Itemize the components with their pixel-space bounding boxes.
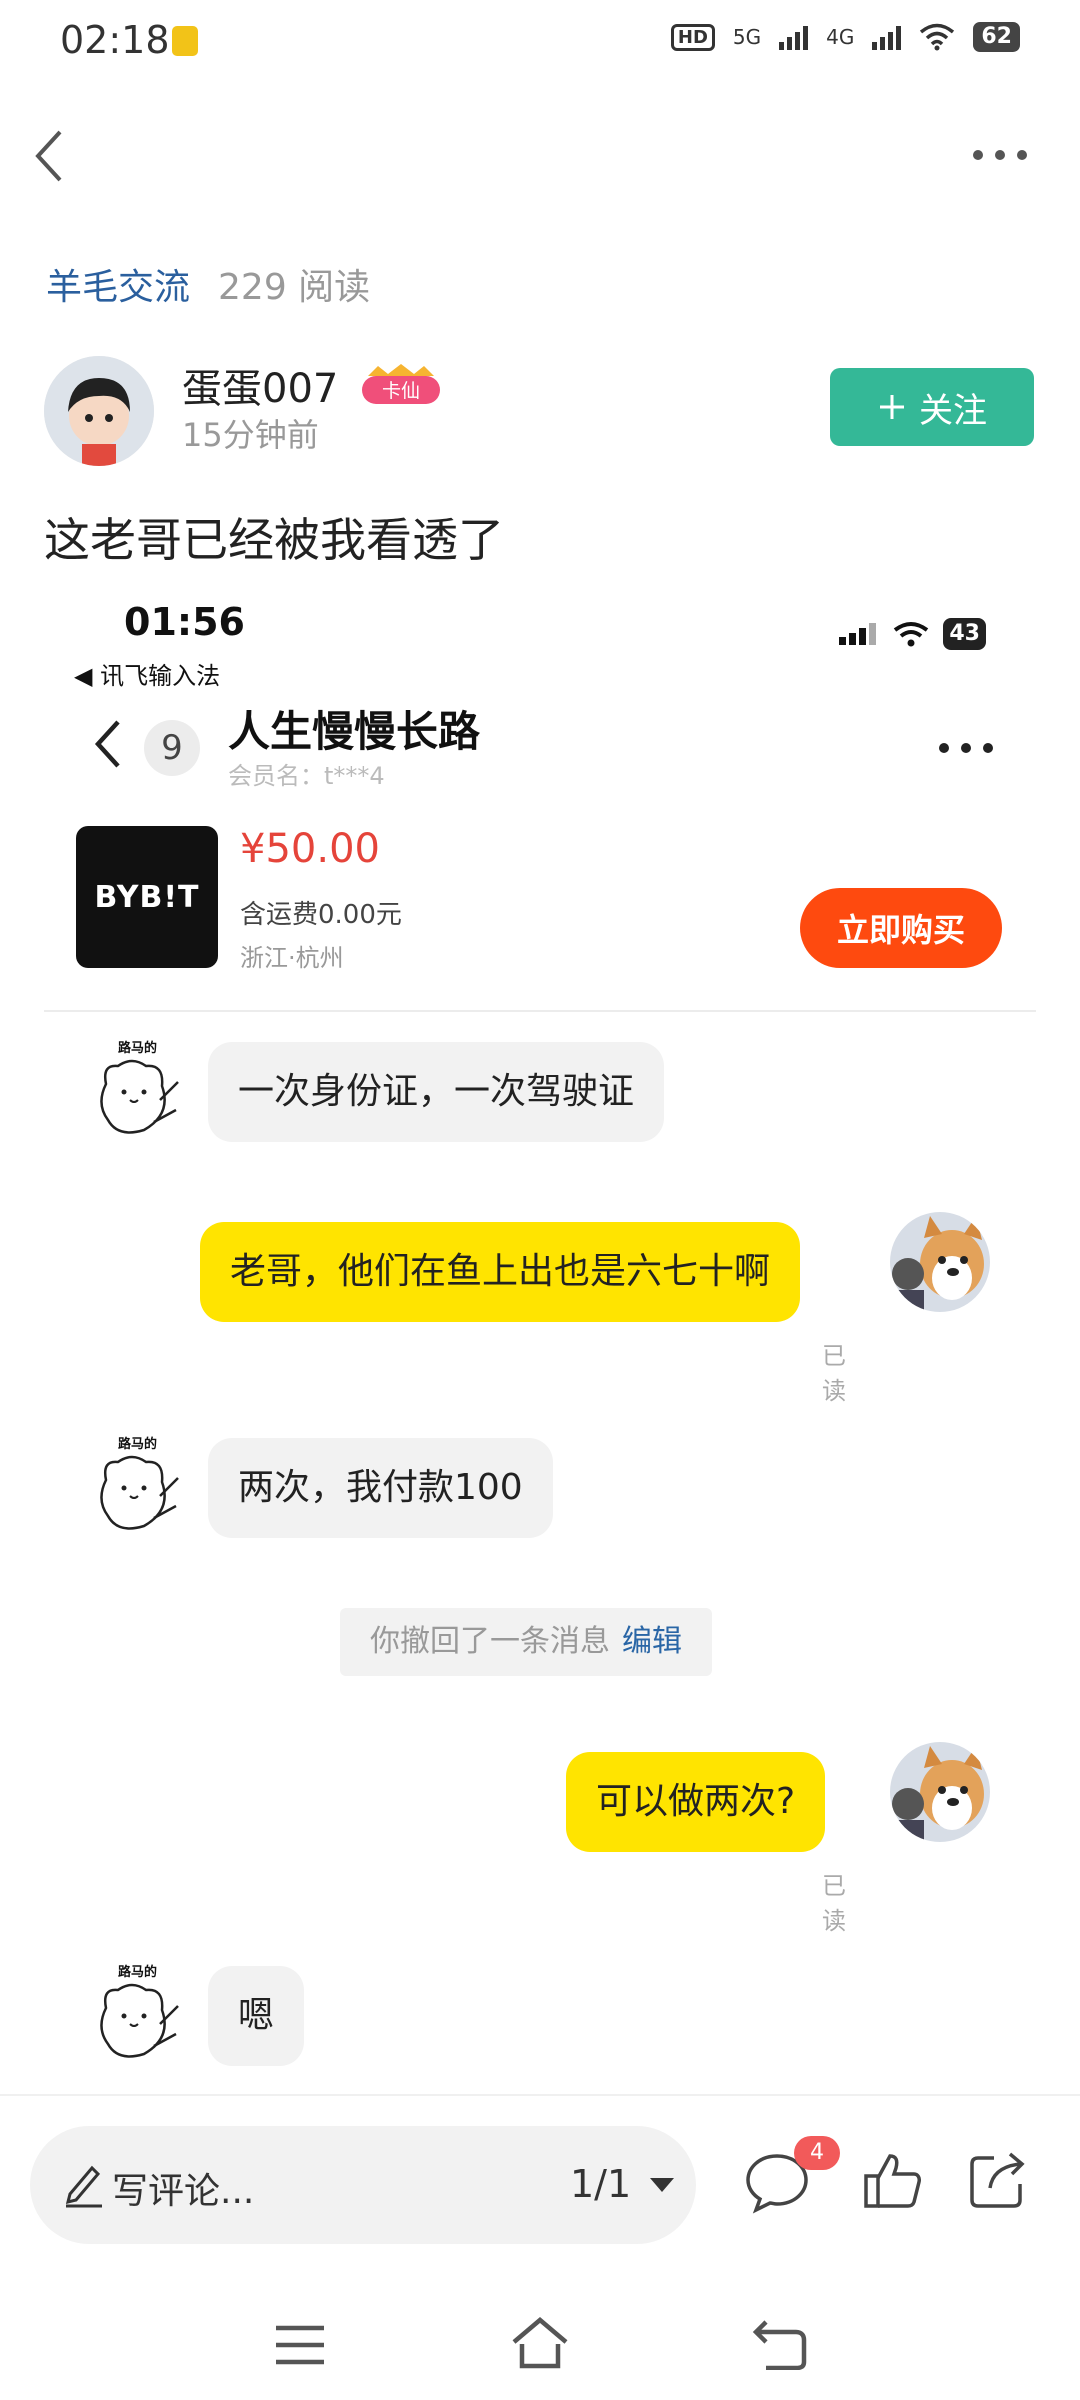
cat-avatar-text: 路马的 (118, 1436, 157, 1452)
read-status: 已读 (822, 1872, 846, 1935)
recall-edit-link: 编辑 (622, 1624, 682, 1659)
post-meta: 羊毛交流 229 阅读 (46, 258, 370, 310)
signal-icon (779, 24, 809, 50)
cat-avatar-icon: 路马的 (100, 1964, 179, 2058)
shot-chat-header: 9 人生慢慢长路 会员名：t***4 (44, 690, 1036, 800)
product-logo: BYB!T (76, 826, 218, 968)
status-icons: HD 5G 4G 62 (670, 22, 1020, 52)
group-link[interactable]: 羊毛交流 (46, 267, 190, 308)
recall-notice: 你撤回了一条消息 编辑 (340, 1608, 712, 1676)
shot-unread-count: 9 (144, 720, 200, 776)
author-badge-label: 卡仙 (382, 380, 420, 402)
comment-placeholder: 写评论... (112, 2171, 255, 2212)
status-bar: 02:18 HD 5G 4G 62 (0, 0, 1080, 84)
dog-avatar-icon (890, 1212, 990, 1312)
cat-avatar-icon: 路马的 (100, 1040, 179, 1134)
notification-app-icon (172, 26, 198, 56)
wifi-icon (920, 23, 955, 51)
read-status: 已读 (822, 1342, 846, 1405)
system-navigation (0, 2290, 1080, 2400)
bottom-divider (0, 2094, 1080, 2096)
plus-icon (880, 395, 904, 419)
network-4g-label: 4G (826, 25, 855, 49)
shot-divider (44, 1010, 1036, 1012)
menu-icon[interactable] (272, 2320, 328, 2370)
back-icon[interactable] (24, 120, 84, 190)
product-shipping: 含运费0.00元 (240, 900, 402, 930)
more-icon[interactable] (970, 140, 1030, 170)
author-avatar[interactable] (44, 356, 154, 466)
cat-avatar-text: 路马的 (118, 1964, 157, 1980)
shot-status-icons: 43 (839, 618, 986, 650)
author-row: 蛋蛋007 卡仙 15分钟前 关注 (44, 356, 1034, 466)
buy-now-button: 立即购买 (800, 888, 1002, 968)
post-time: 15分钟前 (182, 416, 319, 454)
incoming-bubble: 嗯 (208, 1966, 305, 2066)
recall-notice-text: 你撤回了一条消息 (370, 1624, 610, 1659)
top-nav (0, 100, 1080, 210)
product-location: 浙江·杭州 (240, 944, 344, 972)
page-indicator[interactable]: 1/1 (570, 2162, 631, 2206)
network-5g-label: 5G (732, 25, 762, 49)
outgoing-bubble: 老哥，他们在鱼上出也是六七十啊 (200, 1222, 801, 1322)
hd-voice-icon: HD (670, 23, 715, 51)
cat-avatar-text: 路马的 (118, 1040, 157, 1056)
battery-icon: 62 (973, 22, 1020, 52)
comment-input[interactable]: 写评论... 1/1 (30, 2126, 696, 2244)
thumbs-up-icon[interactable] (862, 2150, 924, 2212)
return-icon[interactable] (752, 2316, 808, 2370)
shot-wifi-icon (894, 622, 929, 647)
dog-avatar-icon (890, 1742, 990, 1842)
shot-battery: 43 (943, 618, 986, 650)
shot-signal-icon (839, 623, 877, 645)
shot-product-card: BYB!T ¥50.00 含运费0.00元 浙江·杭州 立即购买 (44, 826, 1036, 1006)
product-price: ¥50.00 (240, 826, 380, 872)
home-icon[interactable] (510, 2314, 570, 2370)
signal-icon-2 (872, 24, 902, 50)
status-time: 02:18 (60, 18, 170, 62)
share-icon[interactable] (966, 2150, 1028, 2212)
post-image[interactable]: 01:56 ◀ 讯飞输入法 43 9 人生慢慢长路 会员名：t***4 BYB!… (44, 590, 1036, 2090)
shot-member-name: 会员名：t***4 (228, 762, 385, 790)
shot-time: 01:56 (124, 600, 245, 644)
comment-count-badge: 4 (794, 2136, 840, 2170)
incoming-bubble: 一次身份证，一次驾驶证 (208, 1042, 665, 1142)
follow-label: 关注 (919, 390, 987, 431)
read-count: 229 阅读 (218, 267, 371, 308)
shot-more-icon (939, 743, 993, 753)
cat-avatar-icon: 路马的 (100, 1436, 179, 1530)
outgoing-bubble: 可以做两次? (566, 1752, 826, 1852)
author-badge: 卡仙 (362, 364, 440, 404)
caret-down-icon[interactable] (648, 2176, 676, 2194)
post-title: 这老哥已经被我看透了 (44, 513, 504, 567)
author-name[interactable]: 蛋蛋007 (182, 356, 338, 414)
pencil-icon (65, 2165, 102, 2208)
shot-ime-label: ◀ 讯飞输入法 (74, 662, 221, 690)
incoming-bubble: 两次，我付款100 (208, 1438, 553, 1538)
shot-chat-name: 人生慢慢长路 (228, 707, 481, 756)
follow-button[interactable]: 关注 (830, 368, 1034, 446)
shot-back-icon (94, 720, 120, 768)
